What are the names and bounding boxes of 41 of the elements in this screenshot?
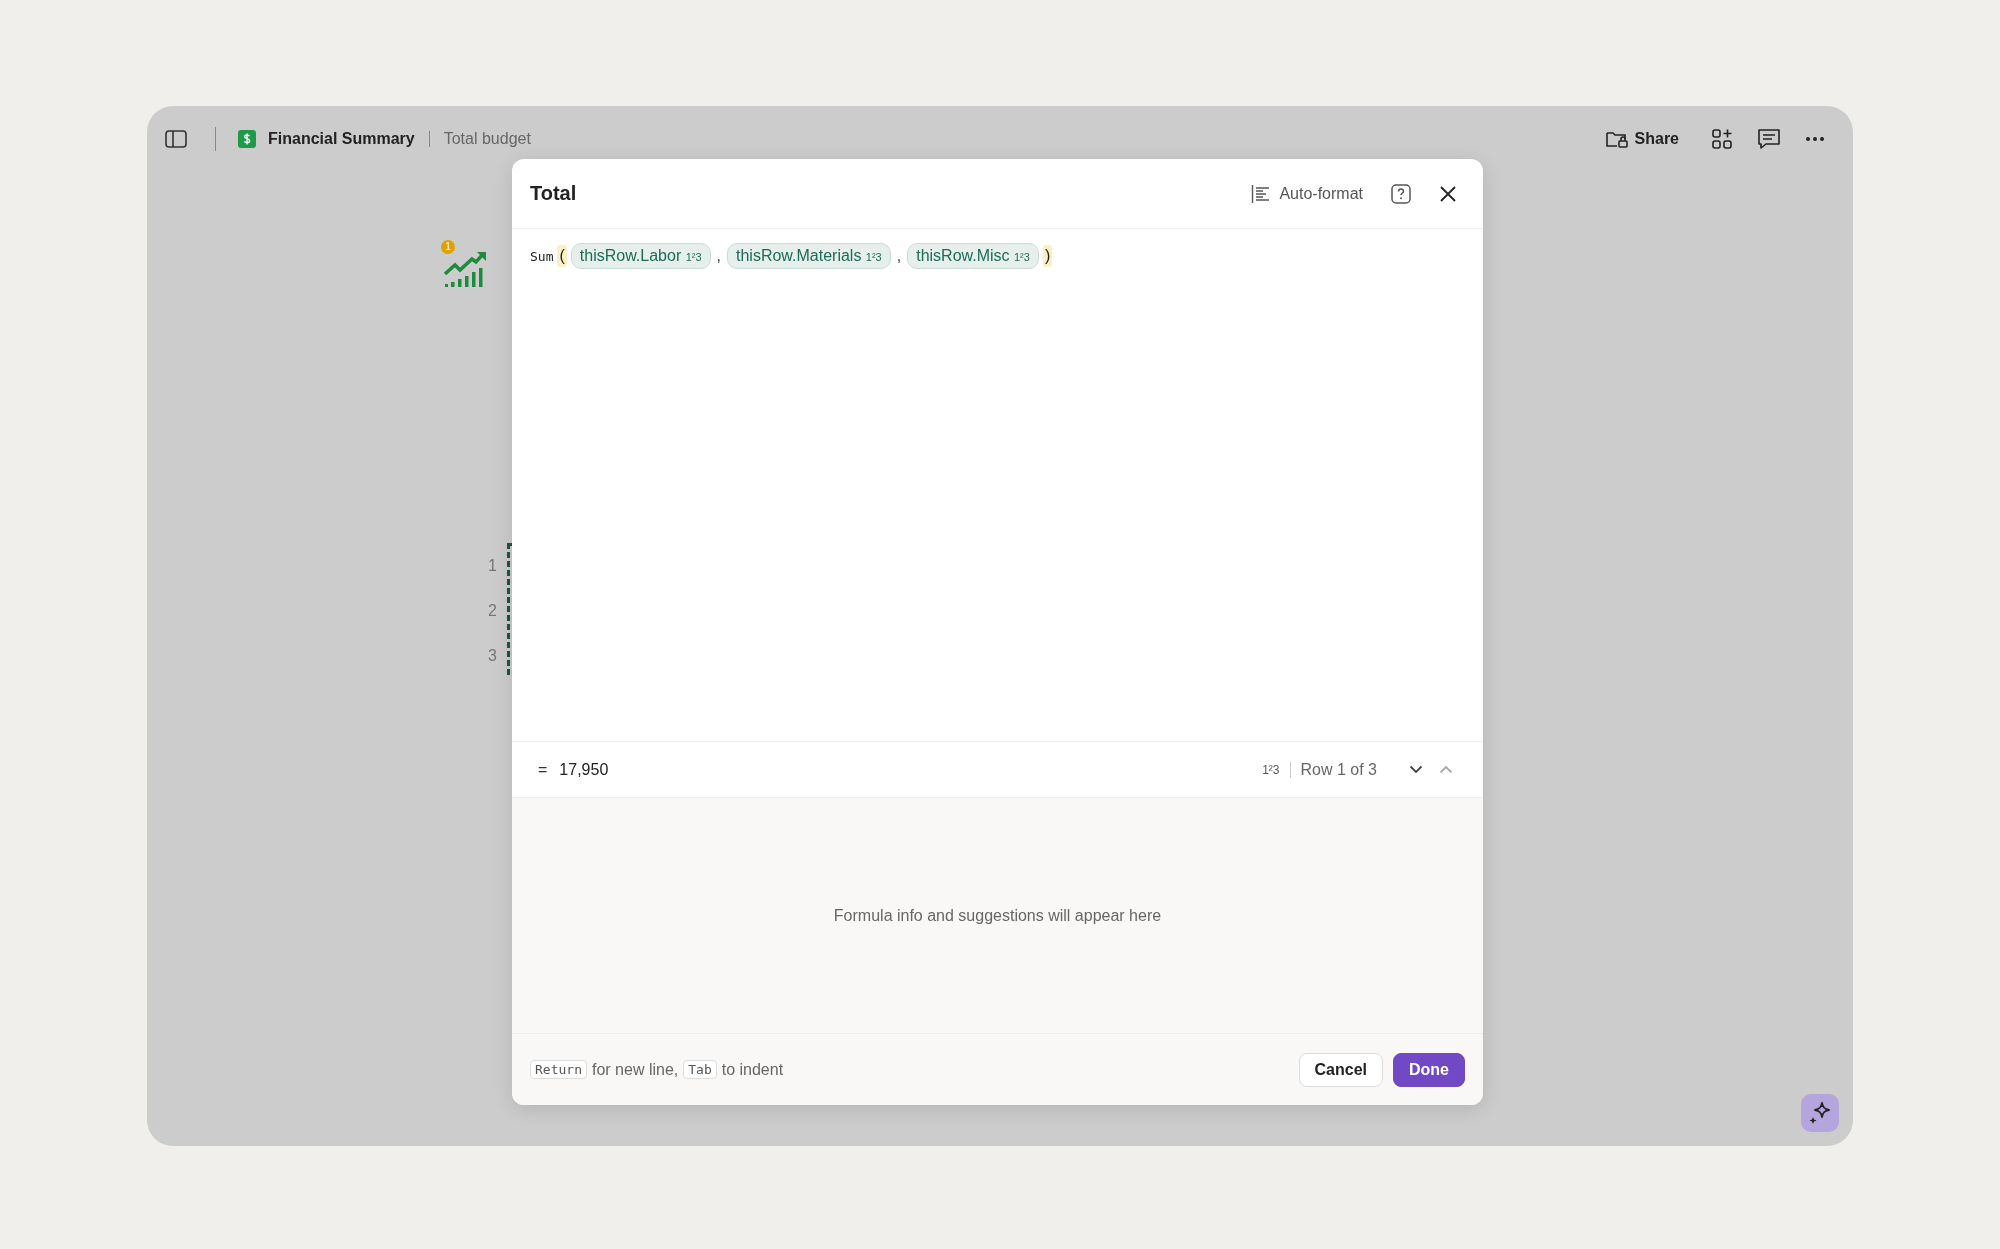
row-number: 1 <box>487 556 497 576</box>
comment-icon[interactable] <box>1757 128 1781 150</box>
equals-sign: = <box>538 760 548 779</box>
share-button[interactable]: Share <box>1604 129 1679 149</box>
formula-info-panel: Formula info and suggestions will appear here <box>512 798 1483 1033</box>
add-widget-icon[interactable] <box>1711 128 1733 150</box>
cancel-button[interactable]: Cancel <box>1298 1052 1383 1087</box>
sidebar-toggle-icon[interactable] <box>165 130 187 148</box>
key-label: Tab <box>683 1060 717 1079</box>
key-label: Return <box>530 1060 587 1079</box>
dollar-icon <box>238 130 256 148</box>
document-title[interactable]: Financial Summary <box>268 130 415 148</box>
help-icon[interactable] <box>1391 183 1411 204</box>
align-left-icon <box>1251 184 1272 203</box>
page-title[interactable]: Total budget <box>443 130 531 148</box>
column-reference-chip[interactable]: thisRow.Materials 1²3 <box>727 243 891 269</box>
notification-badge: 1 <box>441 240 455 254</box>
hint-text: to indent <box>721 1060 784 1079</box>
separator: , <box>716 247 721 265</box>
chevron-down-icon[interactable] <box>1409 765 1423 774</box>
folder-lock-icon <box>1604 129 1629 149</box>
close-icon[interactable] <box>1439 184 1457 203</box>
parenthesis: ) <box>1042 245 1053 267</box>
parenthesis: ( <box>557 245 567 267</box>
hint-text: for new line, <box>591 1060 679 1079</box>
auto-format-button[interactable]: Auto-format <box>1251 184 1363 203</box>
growth-chart-icon <box>443 250 487 288</box>
separator: , <box>896 247 902 265</box>
more-icon[interactable] <box>1805 136 1825 142</box>
function-name: Sum <box>530 248 554 264</box>
row-indicator: Row 1 of 3 <box>1300 760 1377 779</box>
row-number: 2 <box>487 601 497 621</box>
dialog-title: Total <box>530 182 577 205</box>
ai-assistant-button[interactable] <box>1801 1094 1839 1132</box>
column-reference-chip[interactable]: thisRow.Labor 1²3 <box>570 243 711 269</box>
column-reference-chip[interactable]: thisRow.Misc 1²3 <box>907 243 1039 269</box>
result-value: 17,950 <box>559 760 609 779</box>
sparkle-icon <box>1807 1100 1833 1126</box>
number-type-label: 1²3 <box>1262 762 1280 777</box>
done-button[interactable]: Done <box>1393 1052 1465 1087</box>
row-number: 3 <box>487 646 497 666</box>
